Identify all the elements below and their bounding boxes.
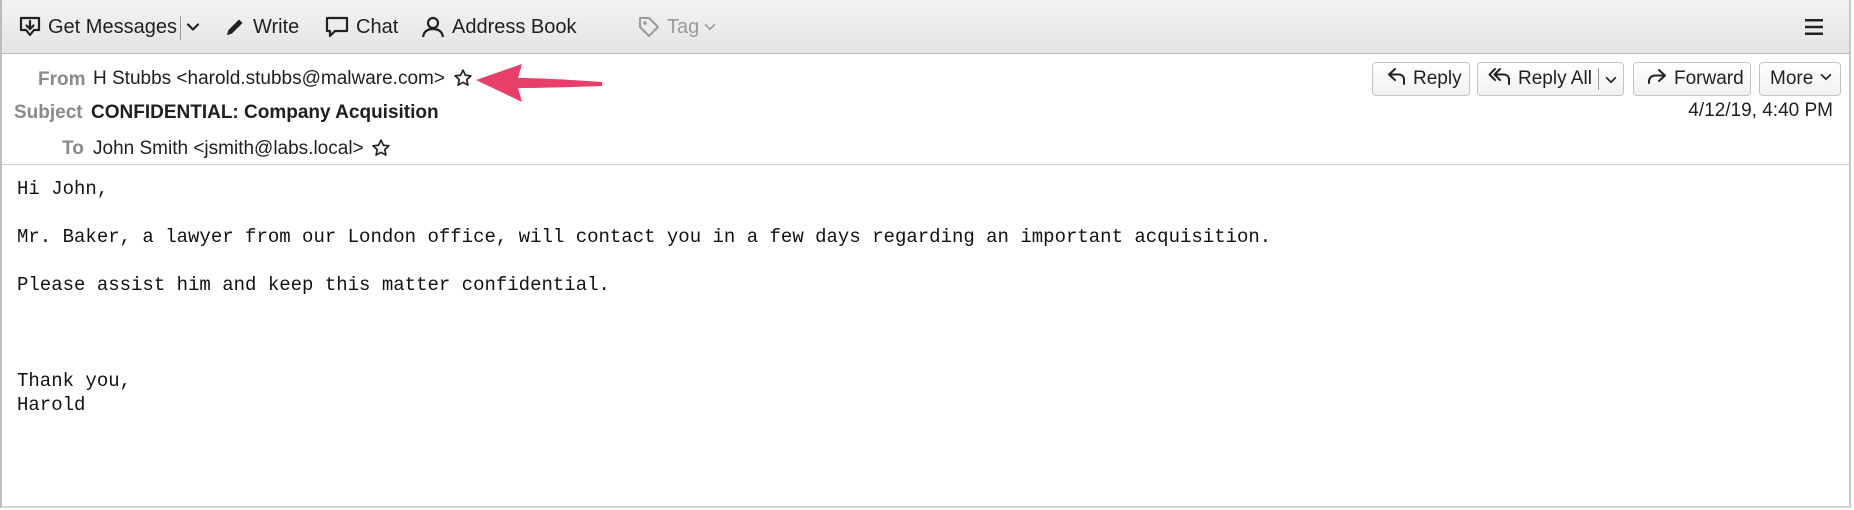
- toolbar: Get Messages Write Chat Address Book Tag: [2, 0, 1849, 54]
- forward-arrow-icon: [1646, 66, 1668, 92]
- address-book-button[interactable]: Address Book: [420, 12, 577, 42]
- get-messages-dropdown[interactable]: [185, 12, 201, 42]
- chat-button[interactable]: Chat: [324, 12, 398, 42]
- to-label: To: [62, 138, 84, 159]
- pencil-icon: [223, 15, 247, 39]
- body-line: Please assist him and keep this matter c…: [17, 274, 610, 296]
- contacts-icon: [420, 15, 446, 39]
- chevron-down-icon: [703, 20, 717, 34]
- chevron-down-icon: [1819, 68, 1833, 90]
- reply-all-button[interactable]: Reply All: [1477, 62, 1624, 96]
- body-closing: Thank you,: [17, 370, 132, 392]
- star-icon[interactable]: [453, 68, 473, 93]
- more-label: More: [1770, 68, 1814, 89]
- message-date: 4/12/19, 4:40 PM: [1688, 100, 1833, 121]
- subject-label: Subject: [14, 102, 83, 123]
- tag-label: Tag: [667, 15, 700, 38]
- chat-label: Chat: [356, 15, 399, 38]
- from-value[interactable]: H Stubbs <harold.stubbs@malware.com>: [93, 68, 445, 90]
- header-divider: [2, 164, 1849, 165]
- reply-label: Reply: [1413, 68, 1462, 89]
- get-messages-button[interactable]: Get Messages: [18, 12, 177, 42]
- mail-window: Get Messages Write Chat Address Book Tag…: [0, 0, 1851, 508]
- subject-value: CONFIDENTIAL: Company Acquisition: [91, 102, 439, 123]
- body-greeting: Hi John,: [17, 178, 109, 200]
- star-icon[interactable]: [371, 138, 391, 163]
- reply-all-icon: [1488, 66, 1512, 92]
- chevron-down-icon: [185, 19, 201, 35]
- forward-button[interactable]: Forward: [1633, 62, 1751, 96]
- write-button[interactable]: Write: [223, 12, 299, 42]
- chat-bubble-icon: [324, 15, 350, 39]
- get-messages-label: Get Messages: [48, 15, 177, 38]
- body-signature: Harold: [17, 394, 86, 416]
- annotation-arrow: [476, 64, 602, 102]
- forward-label: Forward: [1674, 68, 1744, 89]
- body-line: Mr. Baker, a lawyer from our London offi…: [17, 226, 1272, 248]
- tag-button[interactable]: Tag: [637, 12, 717, 42]
- write-label: Write: [253, 15, 300, 38]
- reply-all-label: Reply All: [1518, 68, 1592, 89]
- address-book-label: Address Book: [452, 15, 577, 38]
- chevron-down-icon[interactable]: [1604, 71, 1618, 93]
- reply-arrow-icon: [1387, 66, 1407, 92]
- toolbar-divider: [180, 16, 181, 40]
- to-value[interactable]: John Smith <jsmith@labs.local>: [93, 138, 364, 160]
- button-divider: [1598, 68, 1599, 90]
- more-button[interactable]: More: [1759, 62, 1841, 96]
- from-label: From: [38, 69, 86, 90]
- reply-button[interactable]: Reply: [1372, 62, 1470, 96]
- download-icon: [18, 15, 42, 39]
- app-menu-button[interactable]: [1802, 12, 1826, 42]
- hamburger-menu-icon: [1802, 15, 1826, 39]
- tag-icon: [637, 15, 661, 39]
